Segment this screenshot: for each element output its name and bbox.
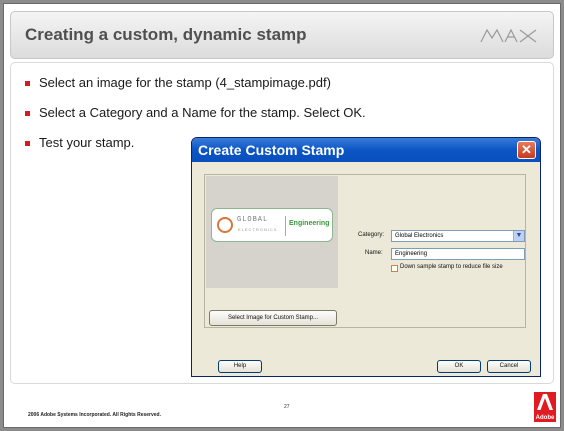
help-button[interactable]: Help: [218, 360, 262, 373]
stamp-image: GLOBAL ELECTRONICS Engineering: [211, 208, 333, 242]
dialog-title: Create Custom Stamp: [198, 142, 345, 158]
footer-copyright: 2006 Adobe Systems Incorporated. All Rig…: [28, 412, 162, 418]
select-image-button[interactable]: Select Image for Custom Stamp...: [209, 310, 337, 326]
ok-button[interactable]: OK: [437, 360, 481, 373]
page-number: 27: [284, 404, 290, 410]
bullet-item: Select an image for the stamp (4_stampim…: [25, 75, 366, 105]
stamp-label: Engineering: [289, 220, 330, 227]
category-select[interactable]: Global Electronics ▼: [391, 230, 525, 242]
stamp-preview: GLOBAL ELECTRONICS Engineering: [206, 176, 338, 288]
cancel-button[interactable]: Cancel: [487, 360, 531, 373]
slide-title: Creating a custom, dynamic stamp: [25, 25, 307, 44]
adobe-logo-icon: Adobe: [534, 392, 556, 422]
globe-icon: [217, 217, 233, 233]
category-value: Global Electronics: [395, 233, 444, 239]
category-label: Category:: [358, 232, 385, 238]
create-custom-stamp-dialog: Create Custom Stamp ✕ GLOBAL ELECTRONICS…: [191, 137, 541, 377]
downsample-label[interactable]: Down sample stamp to reduce file size: [400, 264, 503, 270]
adobe-a-icon: [537, 394, 553, 410]
chevron-down-icon[interactable]: ▼: [513, 231, 524, 241]
slide-title-bar: Creating a custom, dynamic stamp: [10, 11, 554, 59]
name-field[interactable]: Engineering: [391, 248, 525, 260]
stamp-divider: [285, 216, 286, 236]
close-icon[interactable]: ✕: [517, 141, 536, 159]
content-panel: Select an image for the stamp (4_stampim…: [10, 62, 554, 384]
max-logo-icon: [480, 28, 537, 43]
bullet-item: Select a Category and a Name for the sta…: [25, 105, 366, 135]
stamp-brand: GLOBAL: [237, 216, 269, 224]
dialog-titlebar[interactable]: Create Custom Stamp: [192, 138, 540, 162]
downsample-checkbox[interactable]: [391, 265, 398, 272]
adobe-logo-text: Adobe: [535, 415, 555, 421]
name-label: Name:: [365, 250, 383, 256]
stamp-sub: ELECTRONICS: [238, 227, 278, 232]
slide: Creating a custom, dynamic stamp Select …: [3, 3, 561, 428]
